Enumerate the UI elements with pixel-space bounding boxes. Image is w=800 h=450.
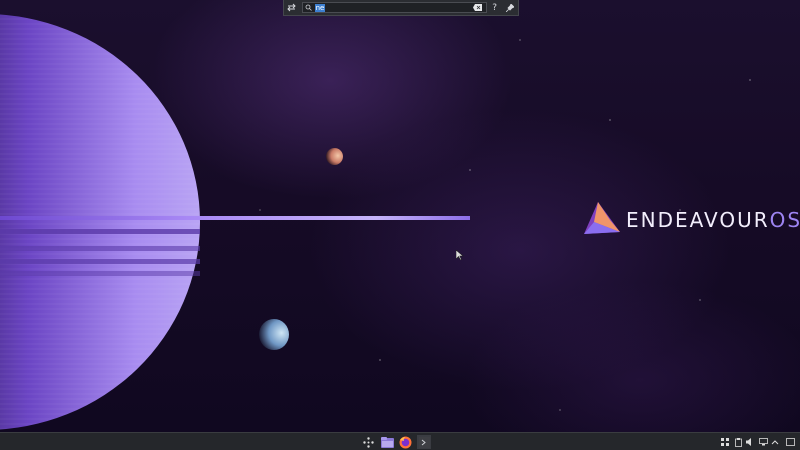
- volume-icon[interactable]: [745, 437, 755, 447]
- pin-icon[interactable]: [502, 1, 518, 15]
- planet-band: [0, 259, 200, 264]
- help-icon[interactable]: ?: [487, 1, 503, 15]
- moon-blue: [259, 319, 289, 350]
- moon-small: [326, 148, 343, 165]
- terminal-icon[interactable]: [417, 435, 431, 449]
- clipboard-icon[interactable]: [733, 437, 743, 447]
- krunner-search-bar: ne ?: [283, 0, 519, 16]
- activities-icon[interactable]: [720, 437, 730, 447]
- planet-band: [0, 229, 200, 234]
- desktop-wallpaper: ENDEAVOUROS: [0, 0, 800, 432]
- planet-band: [0, 246, 200, 251]
- network-icon[interactable]: [758, 437, 768, 447]
- endeavouros-logo-icon: [584, 202, 620, 234]
- show-desktop-icon[interactable]: [785, 437, 795, 447]
- endeavouros-launcher-icon[interactable]: [361, 435, 375, 449]
- endeavouros-logo: ENDEAVOUROS: [580, 200, 800, 240]
- planet-ring: [0, 216, 470, 220]
- search-selected-text: ne: [314, 4, 326, 12]
- dolphin-file-manager-icon[interactable]: [380, 435, 394, 449]
- firefox-icon[interactable]: [398, 435, 412, 449]
- configure-icon[interactable]: [284, 1, 300, 15]
- planet-band: [0, 271, 200, 276]
- logo-text-main: ENDEAVOUR: [626, 208, 770, 232]
- taskbar: [0, 432, 800, 450]
- search-icon: [305, 4, 312, 11]
- endeavouros-logo-text: ENDEAVOUROS: [626, 208, 800, 232]
- mouse-cursor-icon: [456, 250, 464, 260]
- logo-text-os: OS: [769, 208, 800, 232]
- clear-icon[interactable]: [472, 4, 482, 11]
- search-field[interactable]: ne: [301, 2, 487, 13]
- expand-tray-icon[interactable]: [770, 437, 780, 447]
- search-input[interactable]: [311, 3, 465, 12]
